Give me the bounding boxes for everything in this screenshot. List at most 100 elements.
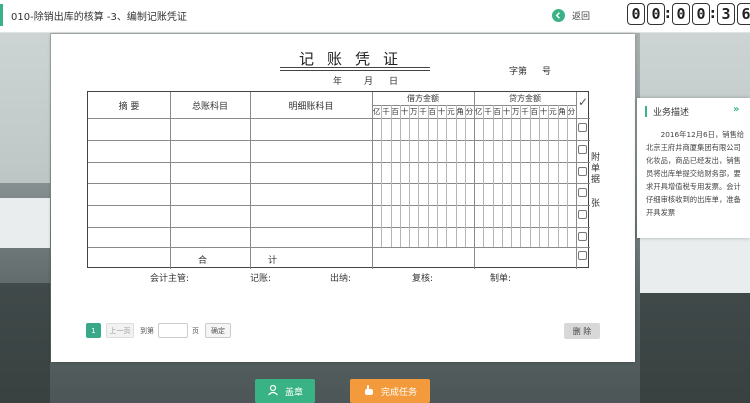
- debit-digit-unit: 百: [428, 107, 436, 116]
- timer-digit: 0: [627, 3, 645, 25]
- digit-column-line: [520, 105, 522, 247]
- debit-digit-unit: 分: [465, 107, 474, 116]
- table-column-line: [250, 92, 251, 269]
- table-row-line: [88, 205, 590, 206]
- countdown-timer: 0 0 : 0 0 : 3 6: [625, 3, 750, 25]
- hand-icon: [363, 384, 375, 399]
- header-general-account: 总账科目: [191, 102, 228, 112]
- signer-supervisor: 会计主管:: [150, 274, 190, 284]
- digit-column-line: [511, 105, 513, 247]
- signer-reviewer: 复核:: [412, 274, 434, 284]
- bg-desk-left: [0, 198, 50, 248]
- digit-column-line: [436, 105, 438, 247]
- attachment-label: 张: [591, 199, 601, 209]
- row-checkbox[interactable]: [578, 232, 587, 241]
- credit-digit-unit: 分: [567, 107, 576, 116]
- back-label: 返回: [572, 11, 591, 22]
- finish-task-button[interactable]: 完成任务: [350, 379, 430, 403]
- credit-digit-unit: 角: [558, 107, 566, 116]
- row-checkbox[interactable]: [578, 188, 587, 197]
- pagination: 1 上一页 到第 页 确定: [86, 323, 231, 338]
- goto-button[interactable]: 确定: [205, 323, 231, 338]
- top-header: 010-除销出库的核算 -3、编制记账凭证 返回 0 0 : 0 0 : 3 6: [0, 0, 750, 33]
- voucher-number-suffix: 号: [542, 67, 552, 77]
- collapse-arrow-icon[interactable]: »: [733, 104, 739, 115]
- side-description: 2016年12月6日，销售给北京王府井商厦集团有限公司化妆品，商品已经发出，销售…: [646, 130, 745, 217]
- digit-column-line: [455, 105, 457, 247]
- task-description-panel: 业务描述 » 2016年12月6日，销售给北京王府井商厦集团有限公司化妆品，商品…: [637, 98, 750, 238]
- date-month-label: 月: [364, 77, 374, 87]
- side-title: 业务描述: [653, 108, 690, 118]
- credit-digit-unit: 百: [530, 107, 538, 116]
- debit-digit-unit: 十: [400, 107, 409, 116]
- debit-digit-unit: 亿: [372, 107, 381, 116]
- table-row-line: [88, 183, 590, 184]
- digit-column-line: [538, 105, 540, 247]
- credit-digit-unit: 百: [493, 107, 501, 116]
- back-button[interactable]: 返回: [552, 6, 598, 24]
- date-year-label: 年: [333, 77, 343, 87]
- row-checkbox[interactable]: [578, 251, 587, 260]
- header-accent: [0, 4, 3, 26]
- row-checkbox[interactable]: [578, 145, 587, 154]
- digit-column-line: [492, 105, 494, 247]
- digit-column-line: [529, 105, 531, 247]
- table-column-line: [576, 92, 577, 269]
- table-column-line: [372, 92, 373, 269]
- digit-column-line: [557, 105, 559, 247]
- signer-cashier: 出纳:: [330, 274, 352, 284]
- table-column-line: [474, 92, 475, 269]
- date-day-label: 日: [389, 77, 399, 87]
- bg-desk-right: [640, 238, 750, 293]
- voucher-table[interactable]: 摘 要 总账科目 明细账科目 借方金额 贷方金额 ✓ 亿千百十万千百十元角分亿千…: [87, 91, 590, 269]
- table-row-line: [88, 247, 590, 248]
- title-underline: [280, 67, 430, 68]
- timer-digit: 0: [692, 3, 710, 25]
- timer-digit: 0: [647, 3, 665, 25]
- debit-digit-unit: 角: [456, 107, 464, 116]
- debit-digit-unit: 千: [419, 107, 427, 116]
- table-row-line: [88, 227, 590, 228]
- row-checkbox[interactable]: [578, 123, 587, 132]
- digit-column-line: [427, 105, 429, 247]
- timer-digit: 6: [737, 3, 750, 25]
- digit-column-line: [483, 105, 485, 247]
- user-icon: [267, 384, 279, 399]
- seal-label: 盖章: [284, 387, 303, 398]
- credit-digit-unit: 元: [549, 107, 557, 116]
- header-credit: 贷方金额: [509, 94, 541, 103]
- prev-page-button[interactable]: 上一页: [106, 323, 134, 338]
- voucher-title: 记账凭证: [298, 50, 411, 68]
- digit-column-line: [390, 105, 392, 247]
- bg-floor-left: [0, 283, 50, 403]
- table-row-line: [88, 162, 590, 163]
- delete-button[interactable]: 删 除: [564, 323, 600, 339]
- table-row-line: [88, 140, 590, 141]
- attachment-label: 据: [591, 175, 601, 185]
- header-detail-account: 明细账科目: [288, 102, 334, 112]
- row-checkbox[interactable]: [578, 210, 587, 219]
- digit-column-line: [446, 105, 448, 247]
- table-column-line: [170, 92, 171, 269]
- page-number-input[interactable]: [158, 323, 188, 338]
- bg-window-right: [640, 33, 750, 103]
- timer-separator: :: [710, 6, 716, 22]
- table-row-line: [88, 118, 590, 119]
- page-suffix: 页: [192, 326, 199, 335]
- page-title: 010-除销出库的核算 -3、编制记账凭证: [11, 12, 187, 23]
- debit-digit-unit: 千: [382, 107, 390, 116]
- debit-digit-unit: 万: [409, 107, 418, 116]
- side-accent: [645, 106, 647, 117]
- credit-digit-unit: 十: [502, 107, 511, 116]
- digit-column-line: [464, 105, 466, 247]
- seal-button[interactable]: 盖章: [255, 379, 315, 403]
- credit-digit-unit: 万: [511, 107, 520, 116]
- digit-column-line: [418, 105, 420, 247]
- signer-row: 会计主管: 记账: 出纳: 复核: 制单:: [150, 271, 550, 284]
- debit-digit-unit: 百: [391, 107, 399, 116]
- digit-column-line: [399, 105, 401, 247]
- total-label: 计: [268, 256, 278, 266]
- page-current[interactable]: 1: [86, 323, 101, 338]
- row-checkbox[interactable]: [578, 167, 587, 176]
- back-icon: [552, 8, 565, 22]
